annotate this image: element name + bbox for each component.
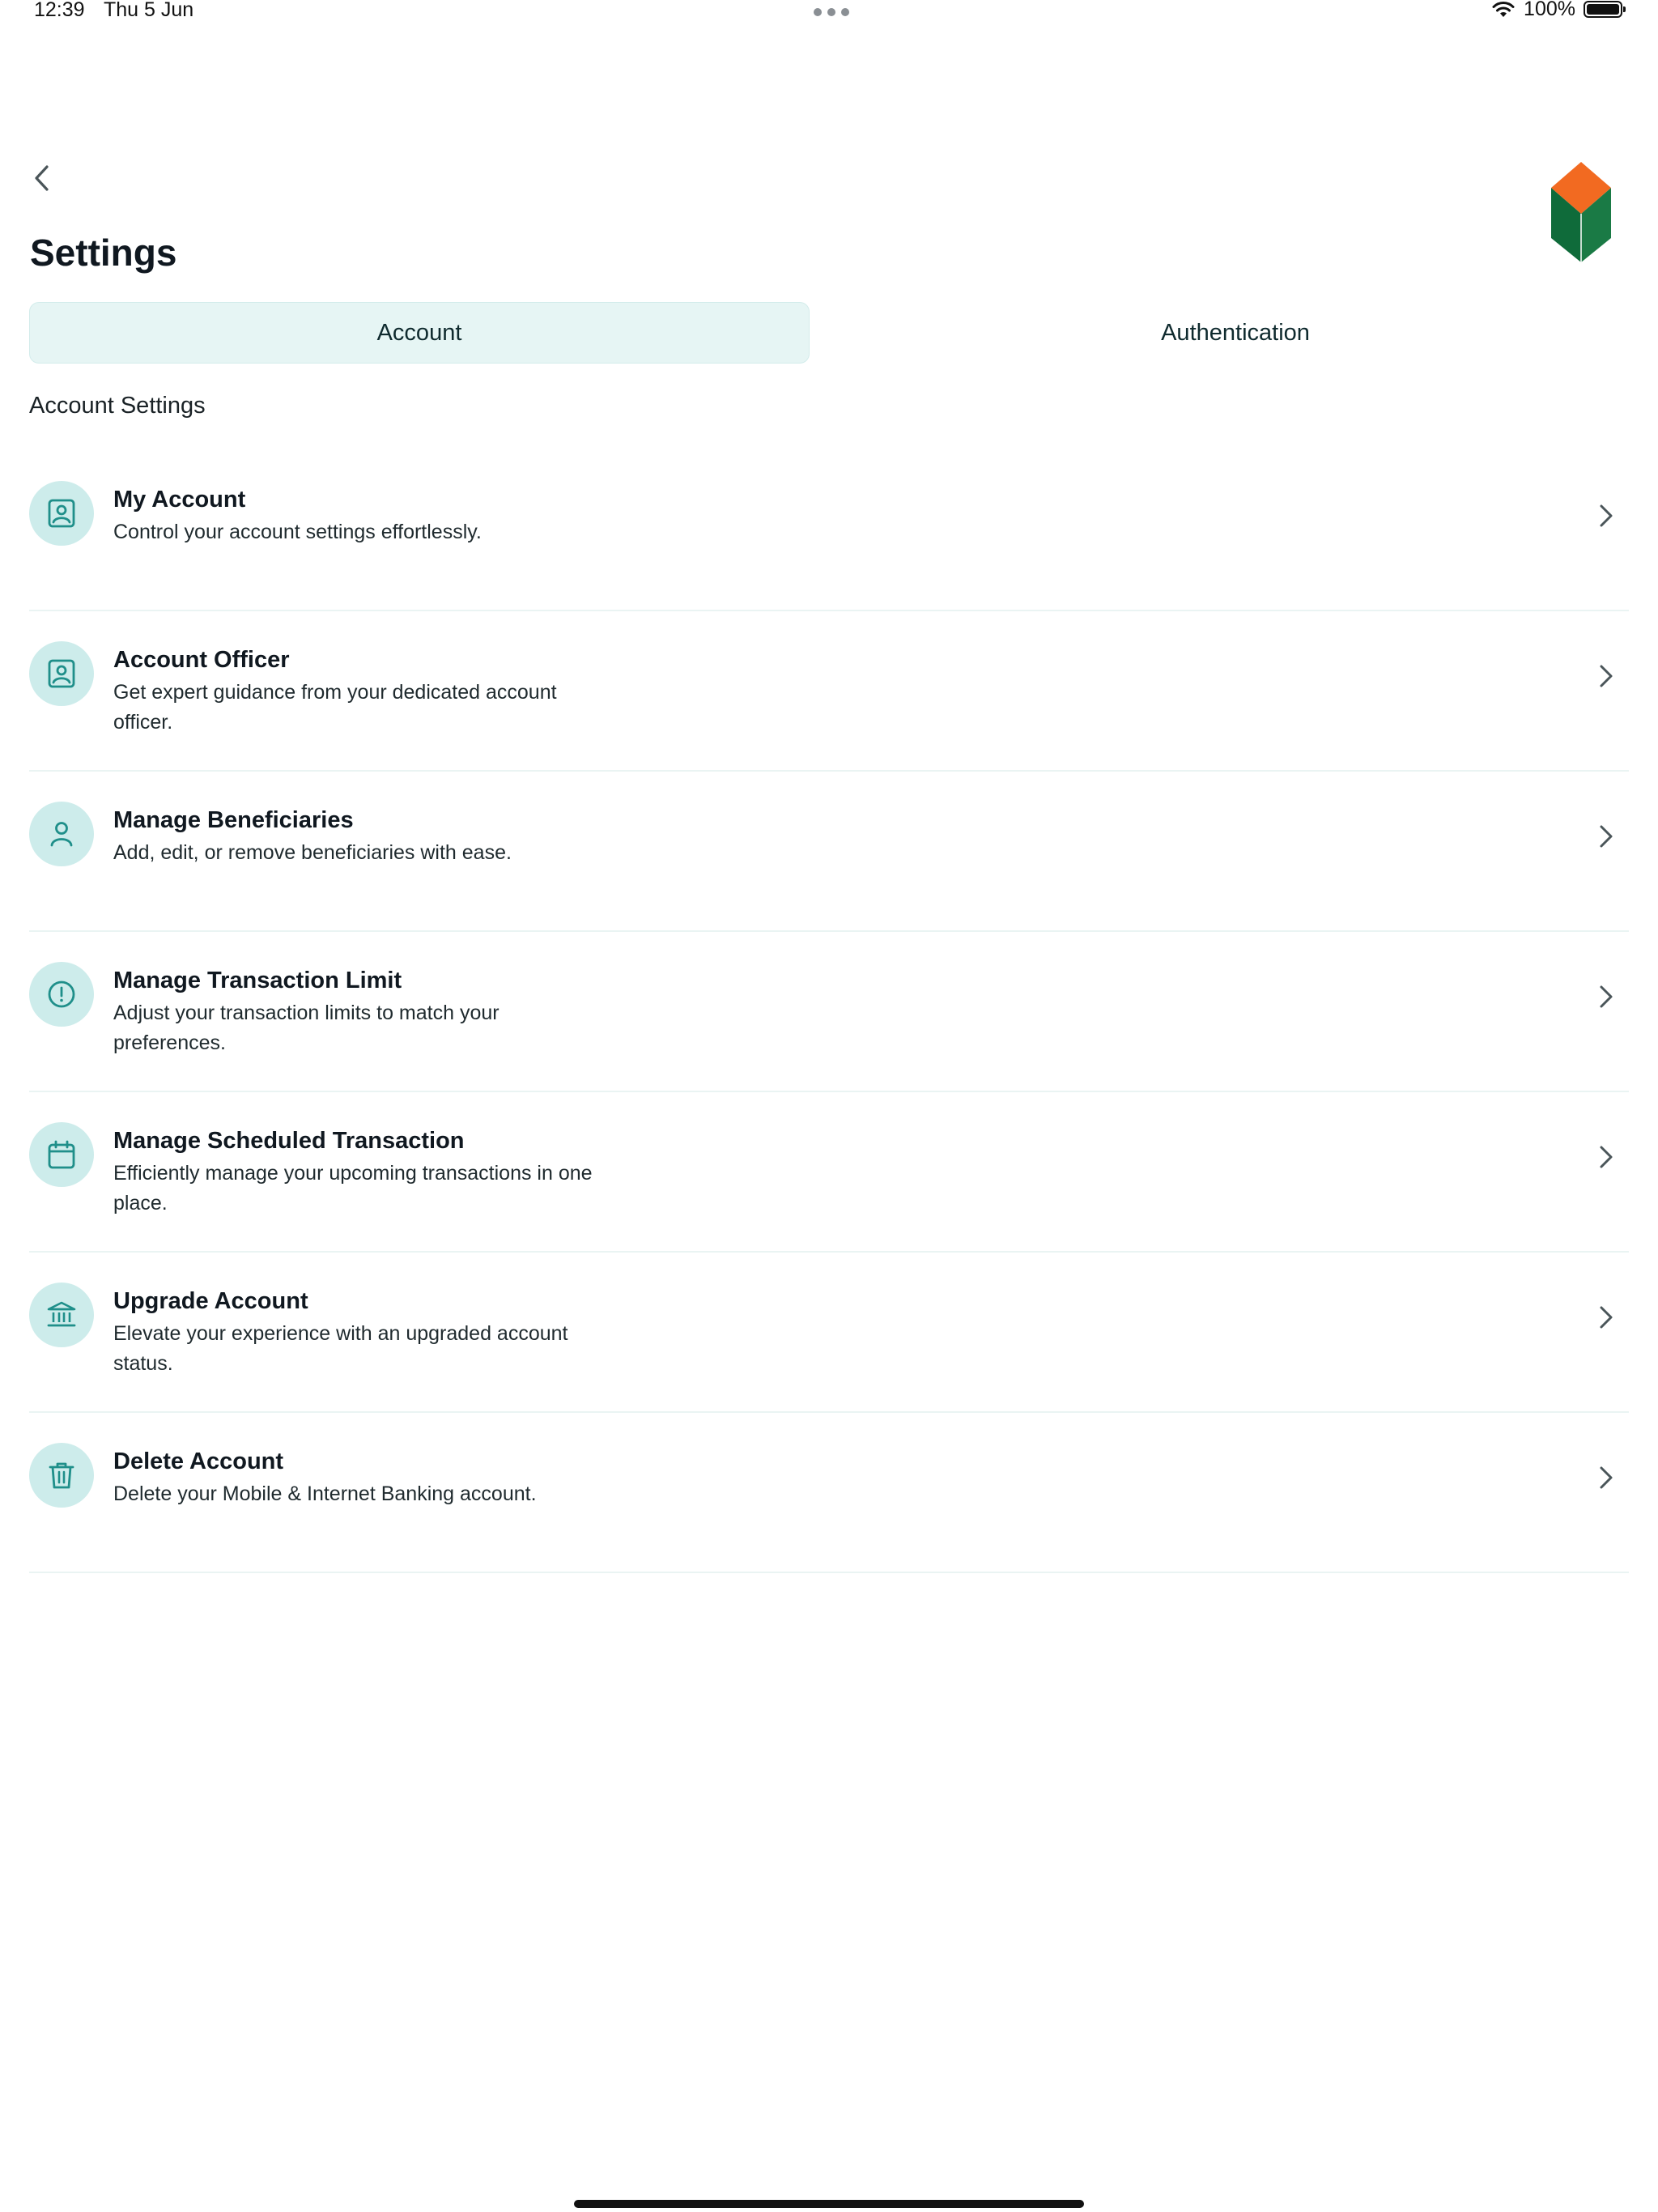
battery-icon	[1584, 1, 1626, 18]
tab-account[interactable]: Account	[29, 302, 810, 364]
chevron-right-icon	[1600, 985, 1613, 1008]
item-description: Adjust your transaction limits to match …	[113, 1002, 500, 1054]
alert-circle-icon	[29, 962, 94, 1027]
user-card-icon	[29, 481, 94, 546]
settings-item-upgrade-account[interactable]: Upgrade Account Elevate your experience …	[29, 1253, 1629, 1413]
back-button[interactable]	[26, 159, 58, 198]
chevron-right-icon	[1600, 1306, 1613, 1329]
settings-item-transaction-limit[interactable]: Manage Transaction Limit Adjust your tra…	[29, 932, 1629, 1092]
item-description: Efficiently manage your upcoming transac…	[113, 1162, 593, 1214]
settings-item-scheduled-transaction[interactable]: Manage Scheduled Transaction Efficiently…	[29, 1092, 1629, 1253]
tab-authentication[interactable]: Authentication	[842, 302, 1629, 364]
wifi-icon	[1492, 1, 1515, 17]
settings-item-account-officer[interactable]: Account Officer Get expert guidance from…	[29, 611, 1629, 772]
chevron-left-icon	[35, 165, 49, 191]
chevron-right-icon	[1600, 825, 1613, 848]
multitasking-dots-icon[interactable]	[814, 8, 849, 16]
bank-icon	[29, 1283, 94, 1347]
item-title: Manage Transaction Limit	[113, 968, 402, 993]
settings-item-delete-account[interactable]: Delete Account Delete your Mobile & Inte…	[29, 1413, 1629, 1573]
item-title: Manage Beneficiaries	[113, 807, 354, 833]
item-title: Upgrade Account	[113, 1288, 308, 1314]
settings-item-my-account[interactable]: My Account Control your account settings…	[29, 451, 1629, 611]
page-title: Settings	[30, 232, 177, 274]
person-icon	[29, 802, 94, 866]
bank-logo	[1551, 162, 1611, 262]
chevron-right-icon	[1600, 1146, 1613, 1168]
user-card-icon	[29, 641, 94, 706]
trash-icon	[29, 1443, 94, 1508]
section-title: Account Settings	[29, 393, 206, 419]
calendar-icon	[29, 1122, 94, 1187]
status-date: Thu 5 Jun	[104, 0, 194, 21]
item-description: Add, edit, or remove beneficiaries with …	[113, 841, 512, 864]
chevron-right-icon	[1600, 504, 1613, 527]
settings-list: My Account Control your account settings…	[29, 451, 1629, 1573]
item-description: Elevate your experience with an upgraded…	[113, 1322, 568, 1375]
home-indicator[interactable]	[574, 2200, 1084, 2208]
item-description: Delete your Mobile & Internet Banking ac…	[113, 1482, 537, 1505]
status-bar: 12:39 Thu 5 Jun 100%	[0, 0, 1658, 24]
settings-item-manage-beneficiaries[interactable]: Manage Beneficiaries Add, edit, or remov…	[29, 772, 1629, 932]
item-title: Manage Scheduled Transaction	[113, 1128, 465, 1154]
item-description: Control your account settings effortless…	[113, 521, 482, 543]
tab-bar: Account Authentication	[29, 302, 1629, 364]
item-title: Account Officer	[113, 647, 290, 673]
item-title: Delete Account	[113, 1448, 284, 1474]
battery-percent: 100%	[1524, 0, 1575, 20]
status-indicators: 100%	[1491, 0, 1626, 21]
chevron-right-icon	[1600, 665, 1613, 687]
item-description: Get expert guidance from your dedicated …	[113, 681, 557, 734]
item-title: My Account	[113, 487, 246, 513]
status-time: 12:39	[34, 0, 85, 21]
chevron-right-icon	[1600, 1466, 1613, 1489]
